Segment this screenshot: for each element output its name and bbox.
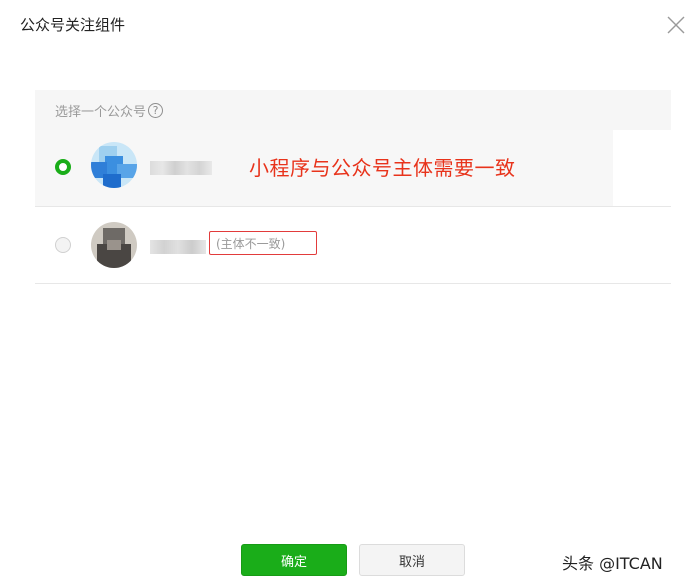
status-badge: (主体不一致) <box>209 231 317 255</box>
panel-header: 选择一个公众号 ? <box>35 90 671 130</box>
account-name-blurred <box>150 161 212 175</box>
close-icon[interactable] <box>666 15 686 35</box>
account-row-2[interactable]: (主体不一致) <box>35 207 671 284</box>
account-name-blurred <box>150 240 206 254</box>
watermark: 头条 @ITCAN <box>562 554 663 573</box>
confirm-button[interactable]: 确定 <box>241 544 347 576</box>
account-panel: 选择一个公众号 ? 小程序与公众号主体需要一致 (主体不一致) <box>35 90 671 284</box>
cancel-button[interactable]: 取消 <box>359 544 465 576</box>
help-icon[interactable]: ? <box>148 102 164 118</box>
annotation-text: 小程序与公众号主体需要一致 <box>249 156 516 180</box>
radio-unselected[interactable] <box>55 237 71 253</box>
panel-header-label: 选择一个公众号 <box>55 104 147 120</box>
avatar <box>91 142 137 188</box>
account-row-1[interactable]: 小程序与公众号主体需要一致 <box>35 130 671 207</box>
avatar <box>91 222 137 268</box>
dialog-title: 公众号关注组件 <box>20 16 126 34</box>
radio-selected[interactable] <box>55 159 71 175</box>
